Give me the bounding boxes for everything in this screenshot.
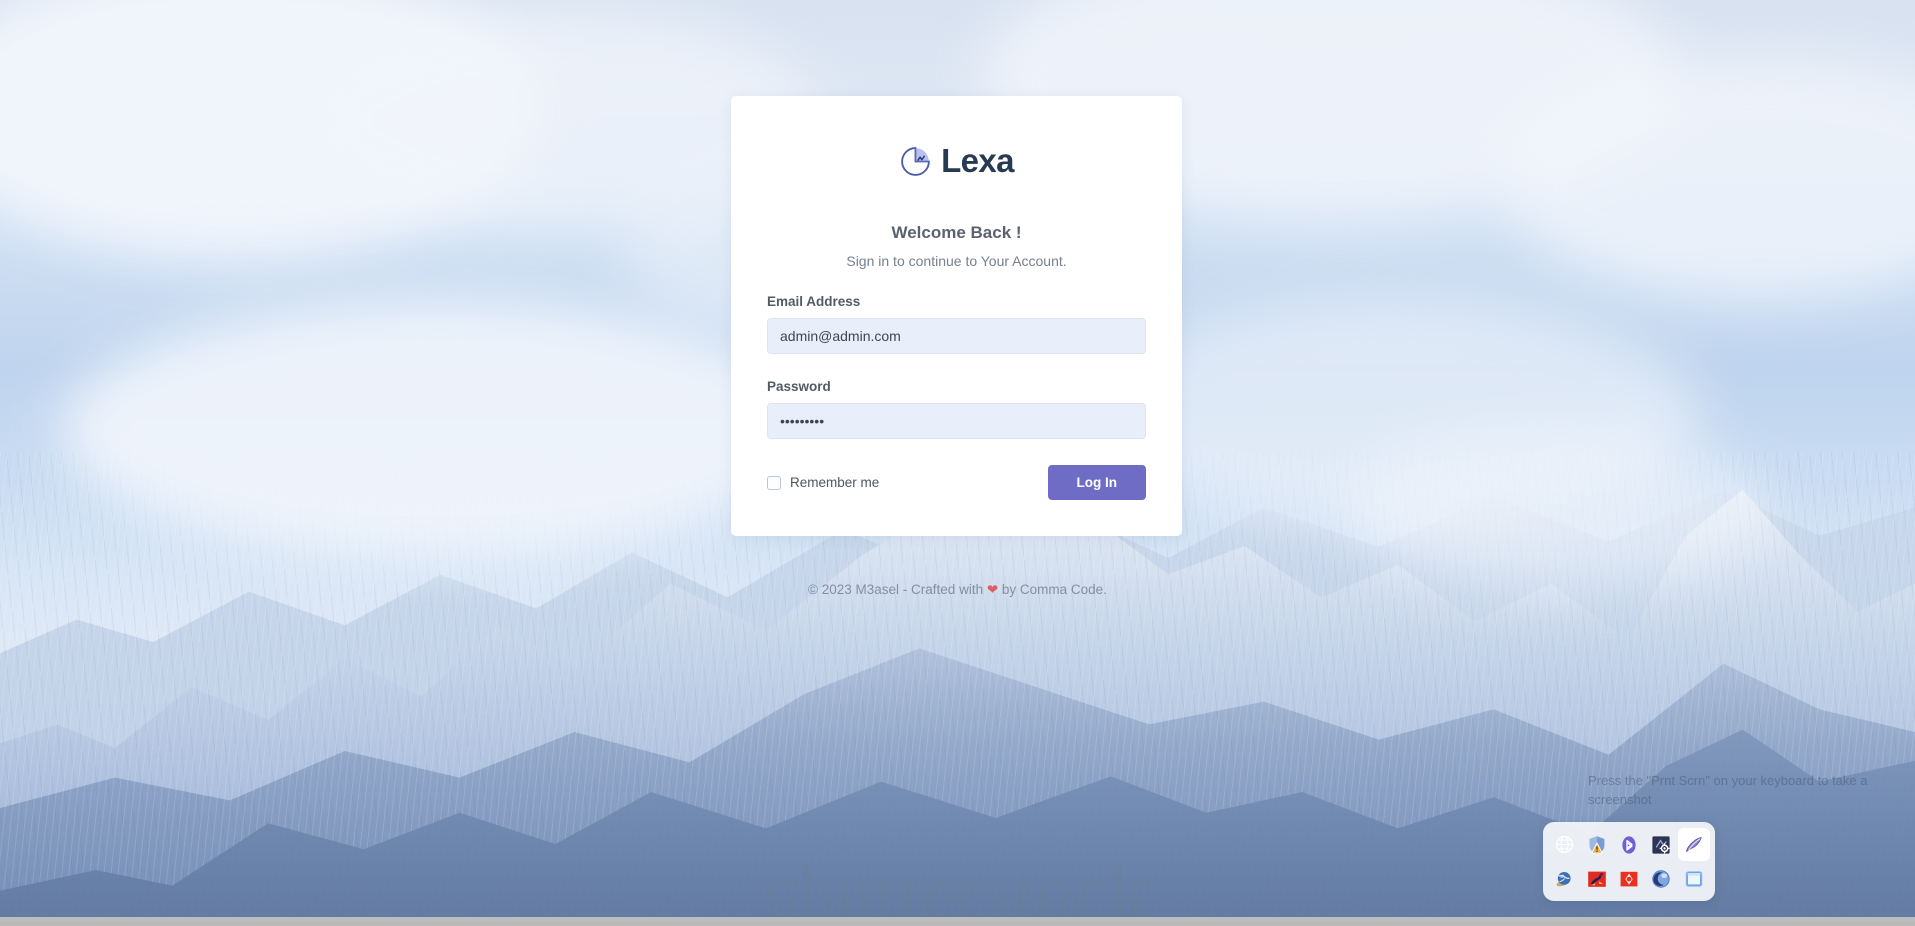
red-horse-app-icon[interactable] bbox=[1581, 862, 1612, 895]
email-label: Email Address bbox=[767, 294, 861, 309]
bluetooth-icon[interactable] bbox=[1613, 828, 1644, 861]
email-input[interactable] bbox=[767, 318, 1146, 354]
form-actions-row: Remember me Log In bbox=[767, 465, 1146, 500]
footer-prefix: © 2023 M3asel - Crafted with bbox=[808, 582, 987, 597]
cloud bbox=[60, 300, 820, 560]
tray-row bbox=[1548, 828, 1710, 861]
feather-editor-icon[interactable] bbox=[1678, 828, 1710, 861]
pie-chart-logo-icon bbox=[899, 145, 932, 178]
welcome-subtitle: Sign in to continue to Your Account. bbox=[846, 253, 1067, 269]
network-globe-icon[interactable] bbox=[1549, 828, 1580, 861]
red-diamond-app-icon[interactable] bbox=[1613, 862, 1644, 895]
login-card: Lexa Welcome Back ! Sign in to continue … bbox=[731, 96, 1182, 536]
remember-me-checkbox[interactable] bbox=[767, 475, 781, 490]
footer-suffix: by Comma Code. bbox=[998, 582, 1107, 597]
security-shield-warning-icon[interactable] bbox=[1581, 828, 1612, 861]
page-footer: © 2023 M3asel - Crafted with ❤ by Comma … bbox=[0, 582, 1915, 598]
screenshot-hint-text: Press the "Prnt Scrn" on your keyboard t… bbox=[1588, 773, 1868, 807]
password-label: Password bbox=[767, 379, 831, 394]
heart-icon: ❤ bbox=[986, 582, 999, 597]
password-field-group: Password bbox=[767, 379, 1146, 439]
globe-browser-icon[interactable] bbox=[1549, 862, 1580, 895]
display-settings-icon[interactable] bbox=[1646, 828, 1677, 861]
email-field-group: Email Address bbox=[767, 294, 1146, 354]
remember-me-group[interactable]: Remember me bbox=[767, 475, 879, 490]
brand: Lexa bbox=[767, 142, 1146, 180]
password-input[interactable] bbox=[767, 403, 1146, 439]
brand-name: Lexa bbox=[941, 142, 1014, 179]
welcome-heading: Welcome Back ! bbox=[891, 223, 1022, 242]
tray-row bbox=[1548, 862, 1710, 895]
window-app-icon[interactable] bbox=[1678, 862, 1709, 895]
blue-moon-app-icon[interactable] bbox=[1646, 862, 1677, 895]
remember-me-label[interactable]: Remember me bbox=[790, 475, 879, 490]
desktop-background: shutterstock www.shutterstock.com Lexa W… bbox=[0, 0, 1915, 926]
desktop-bottom-strip bbox=[0, 917, 1915, 922]
system-tray-dock bbox=[1543, 822, 1715, 901]
login-button[interactable]: Log In bbox=[1047, 465, 1146, 500]
cloud bbox=[1350, 430, 1770, 590]
